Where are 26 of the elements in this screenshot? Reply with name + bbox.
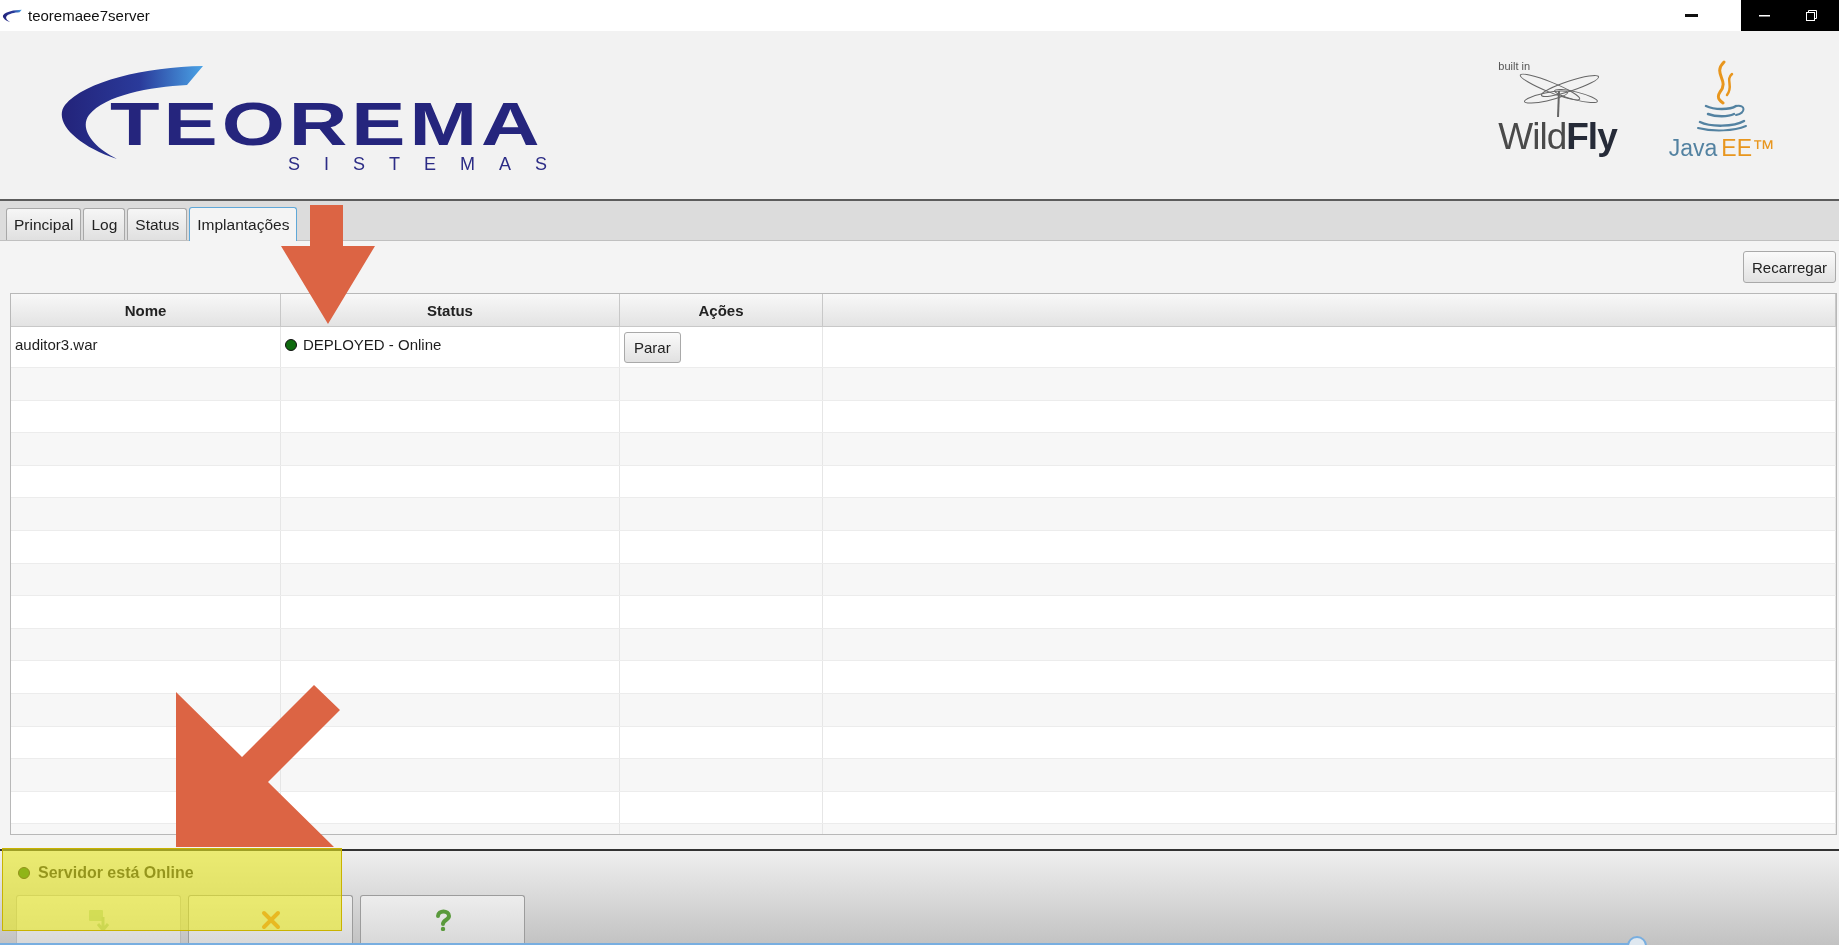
minimize-icon[interactable] — [1759, 14, 1770, 17]
table-cell: DEPLOYED - Online — [303, 336, 442, 354]
restore-icon[interactable] — [1806, 10, 1817, 21]
logo-caption: built in — [1498, 60, 1531, 72]
tab[interactable]: Status — [127, 208, 188, 240]
server-status-text: Servidor está Online — [38, 864, 194, 882]
column-header[interactable]: Nome — [11, 294, 281, 327]
seek-handle[interactable] — [1626, 936, 1647, 945]
column-header[interactable]: Ações — [620, 294, 823, 327]
tab[interactable]: Log — [83, 208, 126, 240]
brand-name: TEOREMA — [110, 94, 544, 155]
reload-button[interactable]: Recarregar — [1742, 251, 1836, 283]
java-logo-text: Java — [1668, 134, 1718, 162]
ee-logo-text: EE™ — [1721, 134, 1775, 162]
cross-icon — [259, 909, 282, 931]
window-title: teoremaee7server — [28, 7, 150, 24]
action-button[interactable] — [188, 895, 353, 945]
brand-tagline: SISTEMAS — [288, 155, 572, 173]
table-cell: auditor3.war — [15, 336, 98, 354]
app-logo-icon — [2, 8, 22, 23]
tab[interactable]: Principal — [6, 208, 82, 240]
tab[interactable]: Implantações — [189, 207, 298, 241]
action-button[interactable] — [360, 895, 525, 945]
wildfly-logo-text: WildFly — [1498, 118, 1617, 155]
row-action-button[interactable]: Parar — [624, 332, 681, 363]
column-header[interactable]: Status — [281, 294, 620, 327]
